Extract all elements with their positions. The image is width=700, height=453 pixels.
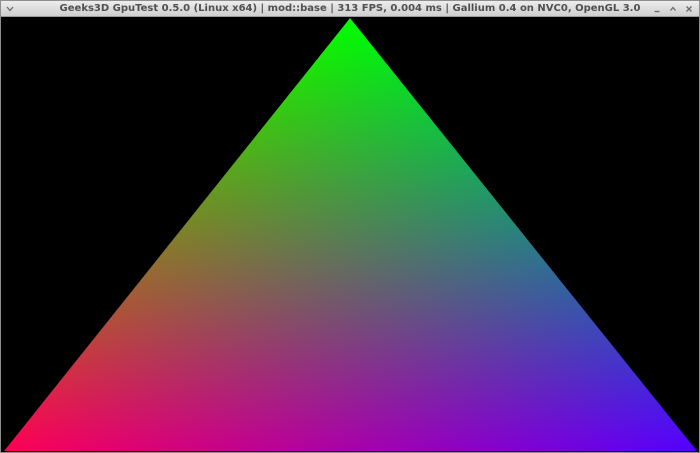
maximize-icon — [670, 6, 676, 11]
close-button[interactable] — [683, 3, 695, 15]
window-controls — [651, 3, 695, 15]
window-menu-button[interactable] — [4, 3, 16, 15]
minimize-button[interactable] — [651, 3, 663, 15]
rgb-triangle-canvas — [1, 17, 699, 452]
maximize-button[interactable] — [667, 3, 679, 15]
close-icon — [686, 6, 692, 12]
title-bar[interactable]: Geeks3D GpuTest 0.5.0 (Linux x64) | mod:… — [1, 1, 699, 17]
render-viewport[interactable] — [1, 17, 699, 452]
window-title: Geeks3D GpuTest 0.5.0 (Linux x64) | mod:… — [59, 3, 641, 14]
minimize-icon — [654, 10, 660, 13]
chevron-down-icon — [6, 6, 14, 12]
app-window: Geeks3D GpuTest 0.5.0 (Linux x64) | mod:… — [0, 0, 700, 453]
